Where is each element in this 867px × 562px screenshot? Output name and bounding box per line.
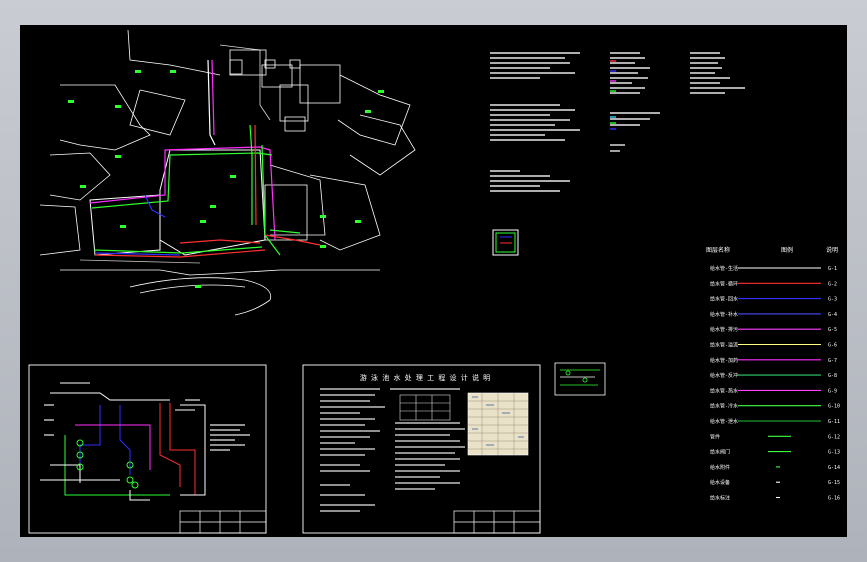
legend-row-remark: G-3	[828, 297, 837, 303]
site-plan	[39, 29, 416, 316]
legend-row-name: 给水设备	[710, 479, 730, 486]
system-diagram-pipes	[40, 382, 206, 501]
legend-row-remark: G-2	[828, 281, 837, 287]
legend-row-name: 给水管-泄水	[710, 418, 738, 425]
equipment-detail	[492, 229, 519, 256]
legend-row-remark: G-6	[828, 343, 837, 349]
drawing-canvas[interactable]: 图层名称 图例 说明给水管-生活 G-1 给水管-循环 G-2 给水管-回水 G-3 给水管-补…	[20, 25, 847, 537]
legend-row-name: 给水管-排污	[710, 326, 738, 333]
legend-row-remark: G-1	[828, 266, 837, 272]
system-diagram-title-block	[179, 510, 267, 534]
legend-row-remark: G-13	[828, 450, 840, 456]
legend-row-remark: G-7	[828, 358, 837, 364]
legend-row-name: 给水阀门	[710, 449, 730, 456]
legend-row-name: 给水管-循环	[710, 280, 738, 287]
legend-row-remark: G-9	[828, 388, 837, 394]
legend-row-name: 给水管-回水	[710, 296, 738, 303]
legend-row-remark: G-10	[828, 404, 840, 410]
legend-row-remark: G-16	[828, 496, 840, 502]
legend-row-name: 管件	[710, 433, 720, 440]
design-notes-pipe-schedule	[467, 392, 529, 456]
legend-row-name: 给水管-加药	[710, 357, 738, 364]
system-diagram-sheet	[28, 364, 267, 534]
design-notes-sheet: 游 泳 池 水 处 理 工 程 设 计 说 明	[302, 364, 541, 534]
legend-row-remark: G-8	[828, 373, 837, 379]
design-notes-title-block	[453, 510, 541, 534]
design-notes-param-table	[399, 394, 451, 421]
legend-header-remark: 说明	[826, 246, 838, 254]
legend-row-remark: G-12	[828, 434, 840, 440]
legend-row-name: 给水管-热水	[710, 387, 738, 394]
legend-row-name: 给水管-冷水	[710, 403, 738, 410]
layer-legend-table: 图层名称 图例 说明给水管-生活 G-1 给水管-循环 G-2 给水管-回水 G-3 给水管-补…	[706, 246, 840, 502]
legend-row-remark: G-4	[828, 312, 837, 318]
legend-row-remark: G-15	[828, 480, 840, 486]
legend-row-name: 给水附件	[710, 464, 730, 471]
system-diagram-equipment	[76, 439, 139, 489]
design-notes-body	[320, 388, 465, 512]
legend-row-name: 给水管-生活	[710, 265, 738, 272]
legend-row-remark: G-5	[828, 327, 837, 333]
cad-drawing: 图层名称 图例 说明给水管-生活 G-1 给水管-循环 G-2 给水管-回水 G-3 给水管-补…	[28, 29, 840, 534]
legend-row-remark: G-14	[828, 465, 840, 471]
cad-viewer-window: 图层名称 图例 说明给水管-生活 G-1 给水管-循环 G-2 给水管-回水 G-3 给水管-补…	[0, 0, 867, 562]
legend-row-remark: G-11	[828, 419, 840, 425]
legend-header-name: 图层名称	[706, 246, 730, 254]
legend-row-name: 给水管-溢流	[710, 342, 738, 349]
small-detail-sheet	[554, 362, 606, 396]
legend-row-name: 给水管-反冲	[710, 372, 738, 379]
legend-header-line: 图例	[781, 246, 793, 254]
legend-row-name: 给水标注	[710, 495, 730, 502]
design-notes-title: 游 泳 池 水 处 理 工 程 设 计 说 明	[360, 373, 490, 382]
legend-row-name: 给水管-补水	[710, 311, 738, 318]
general-notes-text	[490, 52, 745, 192]
